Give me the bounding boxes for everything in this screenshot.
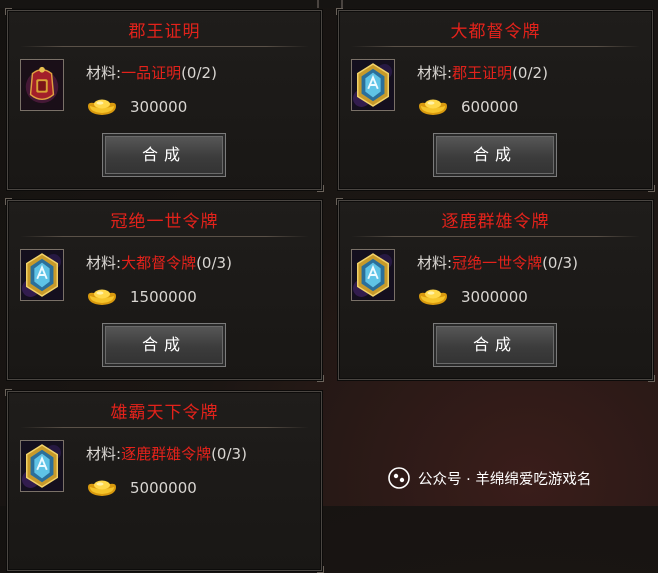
gold-cost: 3000000 xyxy=(461,288,528,306)
top-frame-strip xyxy=(0,0,658,8)
material-label: 材料: xyxy=(417,254,453,272)
gold-cost-row: 5000000 xyxy=(86,476,197,500)
material-requirement: 材料:一品证明(0/2) xyxy=(86,62,217,83)
material-label: 材料: xyxy=(86,445,122,463)
gold-cost-row: 300000 xyxy=(86,95,187,119)
gold-cost: 600000 xyxy=(461,98,519,116)
material-requirement: 材料:冠绝一世令牌(0/3) xyxy=(417,252,578,273)
material-item-name: 郡王证明 xyxy=(452,64,513,82)
title-divider xyxy=(20,46,309,47)
watermark-text: 公众号 · 羊绵绵爱吃游戏名 xyxy=(418,471,592,488)
gold-cost: 300000 xyxy=(130,98,188,116)
frame-marker xyxy=(317,0,319,8)
material-requirement: 材料:大都督令牌(0/3) xyxy=(86,252,232,273)
material-count: (0/3) xyxy=(196,254,232,272)
recipe-title: 大都督令牌 xyxy=(450,22,541,42)
gold-ingot-icon xyxy=(86,287,118,307)
gold-ingot-icon xyxy=(417,287,449,307)
material-label: 材料: xyxy=(417,64,453,82)
recipe-title: 郡王证明 xyxy=(128,22,201,42)
gold-cost: 5000000 xyxy=(130,479,197,497)
blue-token-icon[interactable] xyxy=(351,249,395,301)
material-requirement: 材料:郡王证明(0/2) xyxy=(417,62,548,83)
title-divider xyxy=(351,46,640,47)
recipe-card: 大都督令牌 材料:郡王证明(0/2) 600000 合成 xyxy=(336,8,655,192)
material-item-name: 逐鹿群雄令牌 xyxy=(121,445,212,463)
recipe-title: 雄霸天下令牌 xyxy=(110,403,219,423)
material-requirement: 材料:逐鹿群雄令牌(0/3) xyxy=(86,443,247,464)
title-divider xyxy=(20,427,309,428)
gold-cost-row: 600000 xyxy=(417,95,518,119)
recipe-card: 郡王证明 材料:一品证明(0/2) 300000 合成 xyxy=(5,8,324,192)
material-count: (0/2) xyxy=(181,64,217,82)
wechat-watermark: 公众号 · 羊绵绵爱吃游戏名 xyxy=(388,467,591,489)
gold-cost: 1500000 xyxy=(130,288,197,306)
gold-ingot-icon xyxy=(86,97,118,117)
blue-token-icon[interactable] xyxy=(20,440,64,492)
title-divider xyxy=(351,236,640,237)
title-divider xyxy=(20,236,309,237)
synthesize-button[interactable]: 合成 xyxy=(102,133,226,177)
synthesize-button[interactable]: 合成 xyxy=(433,323,557,367)
crimson-badge-icon[interactable] xyxy=(20,59,64,111)
gold-ingot-icon xyxy=(417,97,449,117)
material-item-name: 大都督令牌 xyxy=(121,254,197,272)
gold-cost-row: 3000000 xyxy=(417,285,528,309)
blue-token-icon[interactable] xyxy=(351,59,395,111)
material-count: (0/2) xyxy=(512,64,548,82)
recipe-card: 冠绝一世令牌 材料:大都督令牌(0/3) 1500000 合成 xyxy=(5,198,324,382)
recipe-title: 逐鹿群雄令牌 xyxy=(441,212,550,232)
material-label: 材料: xyxy=(86,254,122,272)
synthesize-button[interactable]: 合成 xyxy=(433,133,557,177)
gold-cost-row: 1500000 xyxy=(86,285,197,309)
material-label: 材料: xyxy=(86,64,122,82)
synthesize-button[interactable]: 合成 xyxy=(102,323,226,367)
material-count: (0/3) xyxy=(211,445,247,463)
material-item-name: 冠绝一世令牌 xyxy=(452,254,543,272)
recipe-title: 冠绝一世令牌 xyxy=(110,212,219,232)
material-count: (0/3) xyxy=(542,254,578,272)
frame-marker xyxy=(341,0,343,8)
material-item-name: 一品证明 xyxy=(121,64,182,82)
wechat-official-icon xyxy=(388,467,410,489)
recipe-card: 雄霸天下令牌 材料:逐鹿群雄令牌(0/3) 5000000 xyxy=(5,389,324,573)
blue-token-icon[interactable] xyxy=(20,249,64,301)
recipe-card: 逐鹿群雄令牌 材料:冠绝一世令牌(0/3) 3000000 合成 xyxy=(336,198,655,382)
gold-ingot-icon xyxy=(86,478,118,498)
